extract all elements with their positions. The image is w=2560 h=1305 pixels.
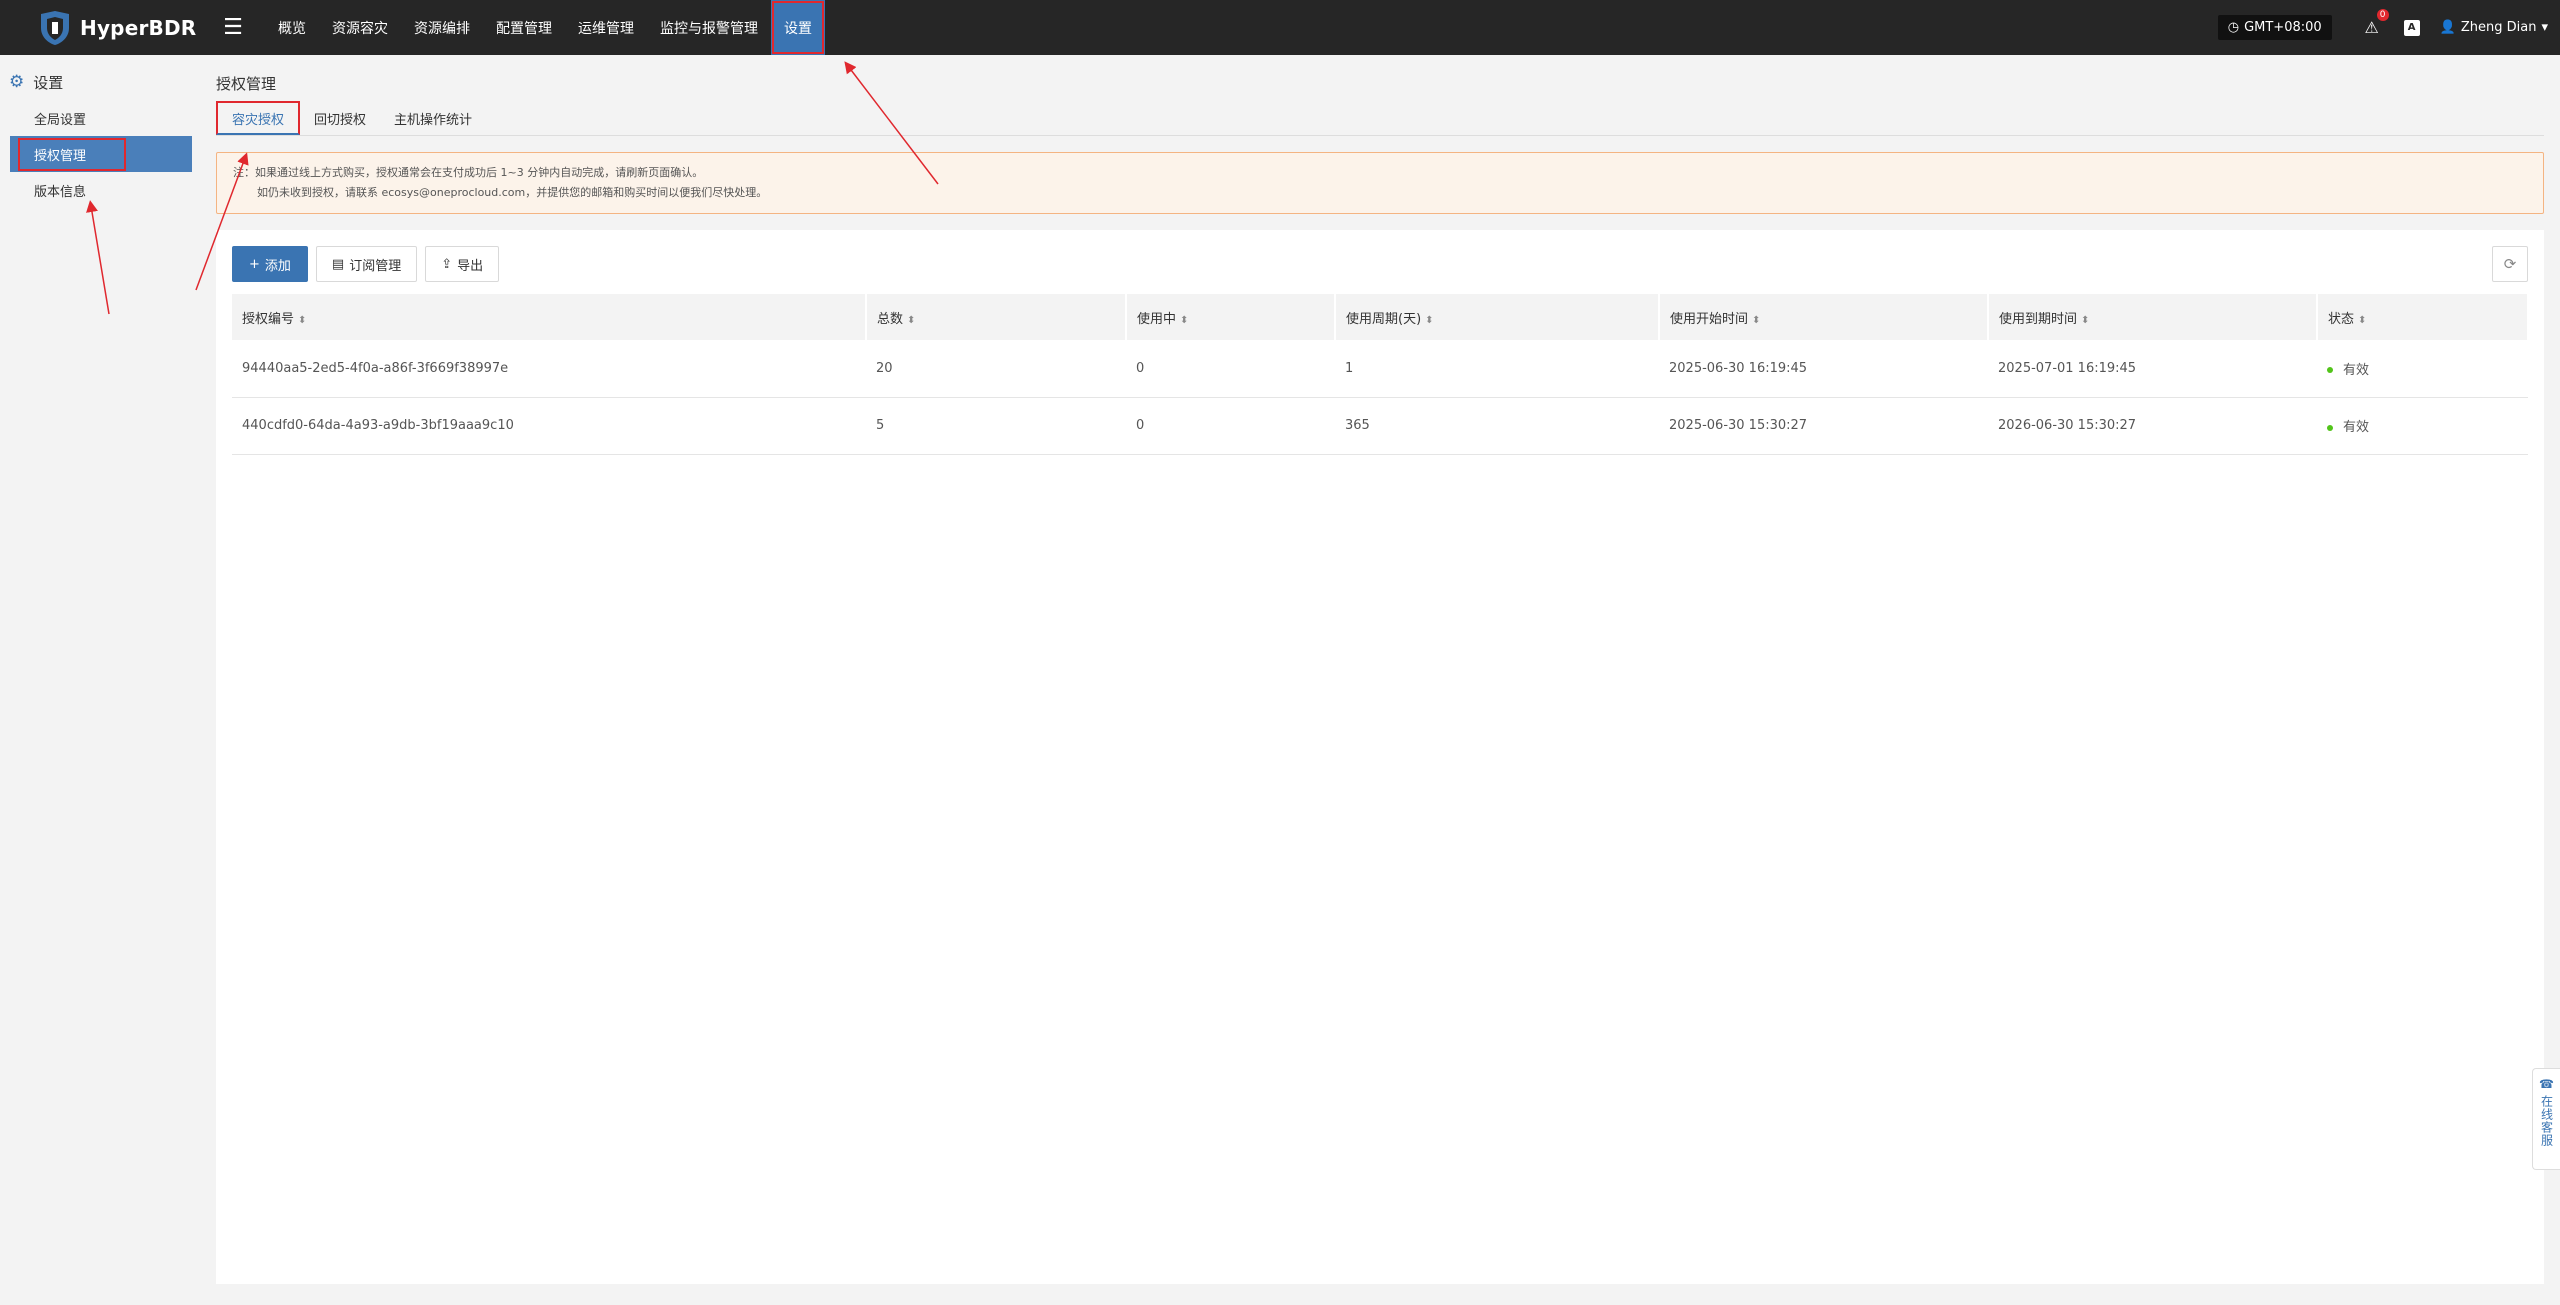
status-dot-icon <box>2327 367 2333 374</box>
sort-icon: ⬍ <box>1752 314 1761 326</box>
sidebar-item-version-info[interactable]: 版本信息 <box>10 172 192 208</box>
main-content: 授权管理 容灾授权 回切授权 主机操作统计 注：如果通过线上方式购买，授权通常会… <box>216 55 2544 1284</box>
in-use-cell: 0 <box>1136 360 1145 376</box>
top-navbar: HyperBDR ☰ 概览 资源容灾 资源编排 配置管理 运维管理 监控与报警管… <box>0 0 2560 55</box>
nav-item-overview[interactable]: 概览 <box>265 0 319 55</box>
status-dot-icon <box>2327 424 2333 431</box>
table-header-row: 授权编号 ⬍ 总数 ⬍ 使用中 ⬍ 使用周期(天) ⬍ 使用开始时间 ⬍ 使用到期时间 ⬍ … <box>232 294 2529 340</box>
expiry-time-cell: 2026-06-30 15:30:27 <box>1998 418 2137 433</box>
menu-toggle-icon[interactable]: ☰ <box>213 0 253 55</box>
license-id-cell: 94440aa5-2ed5-4f0a-a86f-3f669f38997e <box>242 360 509 376</box>
alert-icon[interactable]: ⚠ 0 <box>2362 9 2389 37</box>
topbar-right: ◷ GMT+08:00 ⚠ 0 A 👤 Zheng Dian ▾ <box>2217 0 2560 55</box>
hyperbdr-logo-icon <box>41 10 69 45</box>
nav-item-monitoring[interactable]: 监控与报警管理 <box>647 0 771 55</box>
nav-item-ops[interactable]: 运维管理 <box>565 0 647 55</box>
license-id-cell: 440cdfd0-64da-4a93-a9db-3bf19aaa9c10 <box>242 418 514 433</box>
nav-item-resource-dr[interactable]: 资源容灾 <box>319 0 401 55</box>
app-name: HyperBDR <box>80 15 197 40</box>
tab-dr-license[interactable]: 容灾授权 <box>216 101 301 135</box>
total-cell: 5 <box>876 418 885 433</box>
main-nav: 概览 资源容灾 资源编排 配置管理 运维管理 监控与报警管理 设置 <box>265 0 825 55</box>
status-cell: 有效 <box>2317 397 2528 454</box>
sort-icon: ⬍ <box>298 314 307 326</box>
toolbar: + 添加 ▤ 订阅管理 ⇪ 导出 ⟳ <box>232 246 2528 282</box>
refresh-icon[interactable]: ⟳ <box>2492 246 2528 282</box>
expiry-time-cell: 2025-07-01 16:19:45 <box>1998 360 2137 376</box>
column-header[interactable]: 使用到期时间 ⬍ <box>1988 294 2318 340</box>
nav-item-config[interactable]: 配置管理 <box>483 0 565 55</box>
column-header[interactable]: 授权编号 ⬍ <box>232 294 867 340</box>
table-row[interactable]: 94440aa5-2ed5-4f0a-a86f-3f669f38997e 20 … <box>232 340 2528 397</box>
sidebar-title: 设置 <box>33 73 64 92</box>
column-header[interactable]: 总数 ⬍ <box>866 294 1127 340</box>
table-row[interactable]: 440cdfd0-64da-4a93-a9db-3bf19aaa9c10 5 0… <box>232 397 2528 454</box>
sort-icon: ⬍ <box>1180 314 1189 326</box>
license-panel: + 添加 ▤ 订阅管理 ⇪ 导出 ⟳ 授权编号 ⬍ 总数 ⬍ 使用中 ⬍ 使用周… <box>216 230 2544 1284</box>
license-table: 授权编号 ⬍ 总数 ⬍ 使用中 ⬍ 使用周期(天) ⬍ 使用开始时间 ⬍ 使用到期时间 ⬍ … <box>232 294 2529 455</box>
status-cell: 有效 <box>2317 340 2528 397</box>
tab-bar: 容灾授权 回切授权 主机操作统计 <box>216 101 2544 136</box>
export-button-label: 导出 <box>457 258 484 274</box>
subscription-button-label: 订阅管理 <box>349 258 402 274</box>
alert-count-badge: 0 <box>2376 9 2389 21</box>
start-time-cell: 2025-06-30 15:30:27 <box>1669 418 1808 433</box>
user-icon: 👤 <box>2439 20 2456 35</box>
user-menu[interactable]: 👤 Zheng Dian ▾ <box>2440 20 2548 35</box>
export-button[interactable]: ⇪ 导出 <box>425 246 500 282</box>
notice-line-1: 注：如果通过线上方式购买，授权通常会在支付成功后 1~3 分钟内自动完成，请刷新… <box>233 166 704 179</box>
timezone-label: GMT+08:00 <box>2244 20 2322 35</box>
sidebar-item-license-management[interactable]: 授权管理 <box>10 136 192 172</box>
sidebar-item-label: 全局设置 <box>34 112 87 128</box>
clipboard-icon: ▤ <box>331 256 345 272</box>
period-cell: 1 <box>1345 360 1354 376</box>
sort-icon: ⬍ <box>1425 314 1434 326</box>
column-header[interactable]: 使用开始时间 ⬍ <box>1659 294 1989 340</box>
online-service-button[interactable]: ☎ 在线客服 <box>2532 1068 2560 1170</box>
sidebar: ⚙ 设置 全局设置 授权管理 版本信息 <box>0 55 200 1305</box>
sidebar-item-label: 授权管理 <box>17 137 127 171</box>
start-time-cell: 2025-06-30 16:19:45 <box>1669 360 1808 376</box>
tab-failback-license[interactable]: 回切授权 <box>300 101 380 135</box>
add-button[interactable]: + 添加 <box>232 246 308 282</box>
sidebar-item-label: 版本信息 <box>34 184 87 200</box>
add-button-label: 添加 <box>264 258 291 274</box>
gear-icon: ⚙ <box>9 72 25 92</box>
column-header[interactable]: 状态 ⬍ <box>2317 294 2529 340</box>
sort-icon: ⬍ <box>907 314 916 326</box>
subscription-management-button[interactable]: ▤ 订阅管理 <box>315 246 418 282</box>
online-service-label: 在线客服 <box>2539 1095 2554 1147</box>
clock-icon: ◷ <box>2227 20 2240 35</box>
caret-down-icon: ▾ <box>2541 20 2548 35</box>
nav-item-settings[interactable]: 设置 <box>771 0 825 55</box>
user-name: Zheng Dian <box>2460 20 2537 35</box>
nav-item-orchestration[interactable]: 资源编排 <box>401 0 483 55</box>
sort-icon: ⬍ <box>2358 314 2367 326</box>
notice-line-2: 如仍未收到授权，请联系 ecosys@oneprocloud.com，并提供您的… <box>257 186 768 199</box>
notice-box: 注：如果通过线上方式购买，授权通常会在支付成功后 1~3 分钟内自动完成，请刷新… <box>216 152 2544 214</box>
period-cell: 365 <box>1345 418 1370 433</box>
sidebar-header: ⚙ 设置 <box>0 64 200 100</box>
plus-icon: + <box>249 256 260 272</box>
language-icon[interactable]: A <box>2403 19 2420 36</box>
sidebar-item-global-settings[interactable]: 全局设置 <box>10 100 192 136</box>
app-logo[interactable]: HyperBDR <box>38 10 213 46</box>
timezone-badge[interactable]: ◷ GMT+08:00 <box>2217 15 2332 40</box>
sort-icon: ⬍ <box>2081 314 2090 326</box>
column-header[interactable]: 使用周期(天) ⬍ <box>1335 294 1660 340</box>
total-cell: 20 <box>876 360 893 376</box>
upload-icon: ⇪ <box>441 256 453 272</box>
headset-icon: ☎ <box>2539 1077 2554 1091</box>
page-title: 授权管理 <box>216 75 277 93</box>
column-header[interactable]: 使用中 ⬍ <box>1126 294 1336 340</box>
tab-host-op-stats[interactable]: 主机操作统计 <box>380 101 486 135</box>
in-use-cell: 0 <box>1136 418 1145 433</box>
